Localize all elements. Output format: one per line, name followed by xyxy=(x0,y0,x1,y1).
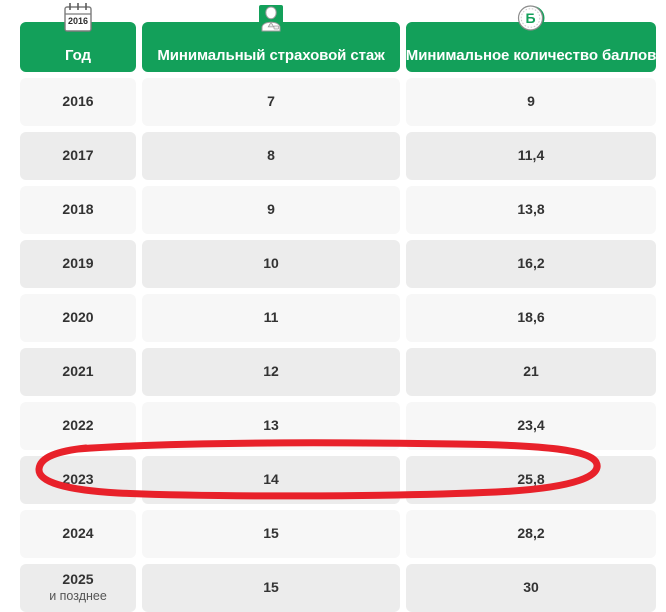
table-body: 2016 7 9 2017 8 11,4 2018 9 13,8 2019 10 16,2 2020 11… xyxy=(20,78,656,612)
cell-value: 2021 xyxy=(62,363,94,380)
table-cell-stazh: 15 xyxy=(142,510,400,558)
cell-value-note: и позднее xyxy=(49,588,107,603)
cell-value: 13,8 xyxy=(517,201,545,218)
cell-value: 18,6 xyxy=(517,309,545,326)
table-row: 2021 12 21 xyxy=(20,348,656,396)
pension-requirements-infographic: 2016 Год Минимальный страховой стаж Б Ми… xyxy=(0,0,666,612)
cell-value: 7 xyxy=(267,93,275,110)
cell-value: 15 xyxy=(263,579,279,596)
cell-value: 2023 xyxy=(62,471,94,488)
column-header-year: 2016 Год xyxy=(20,3,136,72)
table-cell-stazh: 15 xyxy=(142,564,400,612)
cell-value: 10 xyxy=(263,255,279,272)
table-cell-stazh: 11 xyxy=(142,294,400,342)
column-header-insurance-record-label: Минимальный страховой стаж xyxy=(157,47,385,64)
table-row: 2023 14 25,8 xyxy=(20,456,656,504)
table-cell-bally: 25,8 xyxy=(406,456,656,504)
cell-value: 30 xyxy=(523,579,539,596)
cell-value: 23,4 xyxy=(517,417,545,434)
column-header-points-label: Минимальное количество баллов xyxy=(405,47,657,64)
calendar-icon: 2016 xyxy=(58,0,98,40)
table-row: 2018 9 13,8 xyxy=(20,186,656,234)
cell-value: 8 xyxy=(267,147,275,164)
column-header-year-label: Год xyxy=(65,47,91,64)
cell-value: 11,4 xyxy=(517,147,545,164)
table-row: 2020 11 18,6 xyxy=(20,294,656,342)
table-cell-year: 2019 xyxy=(20,240,136,288)
table-cell-bally: 18,6 xyxy=(406,294,656,342)
table-cell-stazh: 10 xyxy=(142,240,400,288)
table-cell-stazh: 14 xyxy=(142,456,400,504)
table-row: 2016 7 9 xyxy=(20,78,656,126)
cell-value: 13 xyxy=(263,417,279,434)
cell-value: 16,2 xyxy=(517,255,545,272)
coin-ball-icon-letter: Б xyxy=(525,10,535,26)
column-header-points: Б Минимальное количество баллов xyxy=(405,5,657,72)
table-row: 2025 и позднее 15 30 xyxy=(20,564,656,612)
table-cell-stazh: 9 xyxy=(142,186,400,234)
cell-value: 15 xyxy=(263,525,279,542)
table-cell-stazh: 8 xyxy=(142,132,400,180)
cell-value: 2024 xyxy=(62,525,94,542)
table-cell-stazh: 13 xyxy=(142,402,400,450)
cell-value: 2025 xyxy=(62,571,94,588)
table-row: 2017 8 11,4 xyxy=(20,132,656,180)
table-cell-year: 2021 xyxy=(20,348,136,396)
cell-value: 2019 xyxy=(62,255,94,272)
cell-value: 21 xyxy=(523,363,539,380)
table-cell-bally: 21 xyxy=(406,348,656,396)
calendar-icon-year: 2016 xyxy=(68,16,88,26)
table-cell-bally: 9 xyxy=(406,78,656,126)
table-row: 2022 13 23,4 xyxy=(20,402,656,450)
table-cell-stazh: 12 xyxy=(142,348,400,396)
table-cell-bally: 28,2 xyxy=(406,510,656,558)
table-cell-year: 2020 xyxy=(20,294,136,342)
table-cell-bally: 16,2 xyxy=(406,240,656,288)
table-cell-bally: 23,4 xyxy=(406,402,656,450)
table-cell-year: 2017 xyxy=(20,132,136,180)
table-row: 2019 10 16,2 xyxy=(20,240,656,288)
cell-value: 14 xyxy=(263,471,279,488)
cell-value: 2018 xyxy=(62,201,94,218)
cell-value: 11 xyxy=(263,309,279,326)
table-row: 2024 15 28,2 xyxy=(20,510,656,558)
table-cell-bally: 11,4 xyxy=(406,132,656,180)
cell-value: 9 xyxy=(527,93,535,110)
cell-value: 25,8 xyxy=(517,471,545,488)
column-header-insurance-record: Минимальный страховой стаж xyxy=(142,5,400,72)
cell-value: 2016 xyxy=(62,93,94,110)
table-header-row: 2016 Год Минимальный страховой стаж Б Ми… xyxy=(20,3,657,72)
coin-ball-icon: Б xyxy=(511,0,551,40)
worker-icon xyxy=(251,0,291,40)
cell-value: 2017 xyxy=(62,147,94,164)
table-cell-year: 2024 xyxy=(20,510,136,558)
table-cell-year: 2025 и позднее xyxy=(20,564,136,612)
table-cell-year: 2016 xyxy=(20,78,136,126)
cell-value: 12 xyxy=(263,363,279,380)
table-cell-year: 2023 xyxy=(20,456,136,504)
table-cell-stazh: 7 xyxy=(142,78,400,126)
table-cell-year: 2022 xyxy=(20,402,136,450)
cell-value: 2020 xyxy=(62,309,94,326)
cell-value: 2022 xyxy=(62,417,94,434)
pension-requirements-table: 2016 Год Минимальный страховой стаж Б Ми… xyxy=(20,3,657,612)
table-cell-bally: 13,8 xyxy=(406,186,656,234)
table-cell-bally: 30 xyxy=(406,564,656,612)
table-cell-year: 2018 xyxy=(20,186,136,234)
cell-value: 28,2 xyxy=(517,525,545,542)
cell-value: 9 xyxy=(267,201,275,218)
